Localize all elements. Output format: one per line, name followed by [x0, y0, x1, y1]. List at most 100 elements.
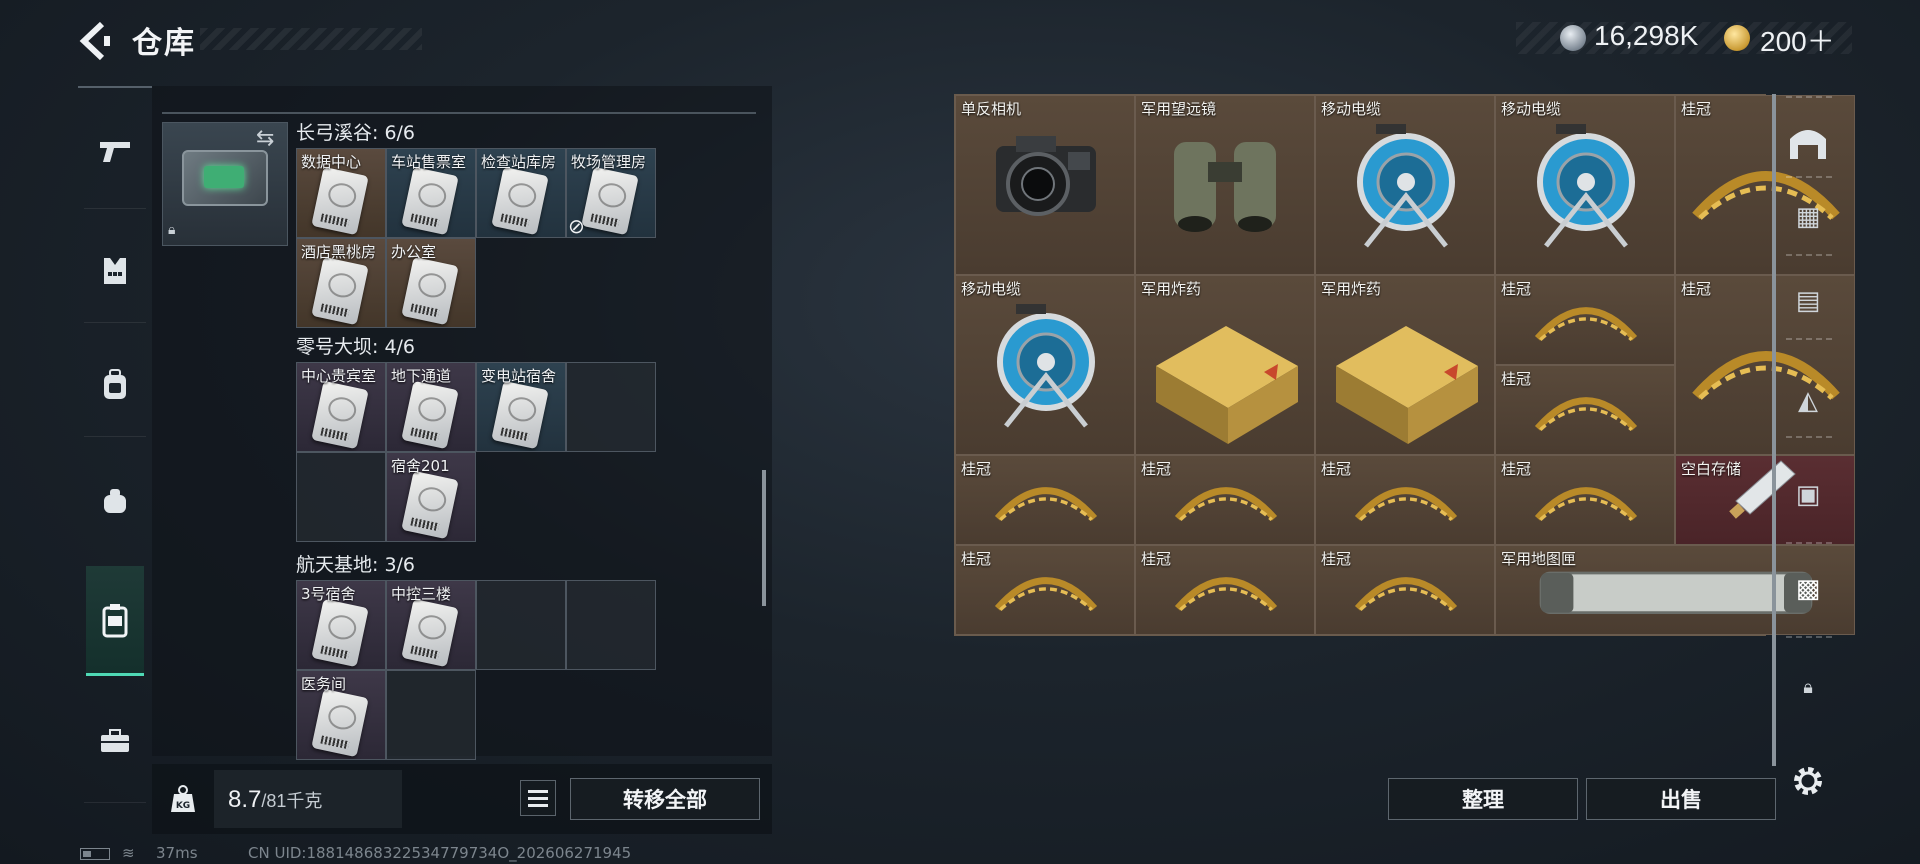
pouch-icon [104, 489, 126, 513]
stash-scrollbar[interactable] [1772, 94, 1776, 766]
weight-kg-icon: KG [168, 784, 198, 814]
stash-item[interactable]: 单反相机 [955, 95, 1135, 275]
keycard-slot[interactable]: 酒店黑桃房 [296, 238, 386, 328]
tab-backpack[interactable] [86, 354, 144, 416]
keycard-label: 牧场管理房 [571, 153, 647, 171]
keycard-icon [311, 256, 369, 326]
stash-item-label: 移动电缆 [1501, 100, 1562, 118]
keycard-slot[interactable]: 变电站宿舍 [476, 362, 566, 452]
stash-item[interactable]: 移动电缆 [1315, 95, 1495, 275]
stash-item[interactable]: 桂冠 [955, 455, 1135, 545]
back-button[interactable] [78, 20, 114, 62]
stash-item-label: 军用炸药 [1321, 280, 1382, 298]
chevron-left-icon [79, 21, 110, 61]
explosive-crate-icon [1156, 326, 1298, 444]
keycard-label: 3号宿舍 [301, 585, 356, 603]
stash-item[interactable]: 桂冠 [955, 545, 1135, 635]
stash-item[interactable]: 军用炸药 [1135, 275, 1315, 455]
keycard-label: 检查站库房 [481, 153, 557, 171]
keycard-icon [401, 166, 459, 236]
explosive-crate-icon [1336, 326, 1478, 444]
gear-icon [1794, 767, 1822, 795]
stash-icon [1790, 130, 1826, 159]
sell-button[interactable]: 出售 [1586, 778, 1776, 820]
tab-stash-iv-active[interactable]: ▩ [1780, 558, 1836, 620]
keycard-slot[interactable]: 办公室 [386, 238, 476, 328]
tab-stash-iv-3[interactable]: ◭ [1780, 370, 1836, 432]
stash-item[interactable]: 桂冠 [1495, 455, 1675, 545]
keycard-case-chip [204, 166, 244, 188]
toolbox-icon [101, 729, 129, 752]
keycard-icon [311, 598, 369, 668]
panel-top-divider [162, 90, 756, 114]
tab-weapons[interactable] [86, 120, 144, 182]
keycard-slot[interactable]: 宿舍201 [386, 452, 476, 542]
stash-item[interactable]: 桂冠 [1315, 545, 1495, 635]
tab-stash-iv-1[interactable]: ▦ [1780, 186, 1836, 248]
tab-stash-v[interactable]: ▣ [1780, 464, 1836, 526]
gun-icon [100, 142, 130, 162]
battery-icon [80, 848, 110, 860]
tab-armor[interactable] [86, 240, 144, 302]
keycard-slot[interactable]: 3号宿舍 [296, 580, 386, 670]
empty-key-slot [566, 580, 656, 670]
stash-item[interactable]: 桂冠 [1495, 365, 1675, 455]
stash-item-label: 军用地图匣 [1501, 550, 1577, 568]
keycard-slot[interactable]: 检查站库房 [476, 148, 566, 238]
keycard-label: 酒店黑桃房 [301, 243, 377, 261]
keycard-icon [311, 166, 369, 236]
stash-item-label: 桂冠 [1501, 280, 1532, 298]
rail-divider [1786, 254, 1832, 256]
gold-coin-icon [1724, 25, 1750, 51]
stash-item[interactable]: 移动电缆 [1495, 95, 1675, 275]
keycard-label: 宿舍201 [391, 457, 450, 475]
rail-divider [1786, 636, 1832, 638]
keycard-label: 医务间 [301, 675, 347, 693]
stash-item-label: 桂冠 [1501, 460, 1532, 478]
stash-item[interactable]: 军用炸药 [1315, 275, 1495, 455]
keycard-label: 数据中心 [301, 153, 362, 171]
list-view-button[interactable] [520, 780, 556, 816]
keycard-label: 办公室 [391, 243, 437, 261]
keycard-slot[interactable]: 车站售票室 [386, 148, 476, 238]
rail-divider [84, 322, 146, 323]
keycard-scrollbar[interactable] [762, 470, 766, 606]
swap-icon[interactable]: ⇆ [256, 126, 274, 151]
stash-item-label: 桂冠 [961, 460, 992, 478]
keycard-icon [581, 166, 639, 236]
settings-button[interactable] [1780, 750, 1836, 812]
stash-item[interactable]: 桂冠 [1135, 545, 1315, 635]
tab-toolbox[interactable] [86, 710, 144, 772]
keycard-slot[interactable]: 数据中心 [296, 148, 386, 238]
sort-button[interactable]: 整理 [1388, 778, 1578, 820]
keycard-slot[interactable]: 中心贵宾室 [296, 362, 386, 452]
transfer-all-button[interactable]: 转移全部 [570, 778, 760, 820]
gold-currency-amount[interactable]: 200＋ [1760, 20, 1835, 60]
stash-item[interactable]: 军用望远镜 [1135, 95, 1315, 275]
keycard-slot[interactable]: 中控三楼 [386, 580, 476, 670]
stash-item-label: 单反相机 [961, 100, 1022, 118]
title-decoration [200, 28, 422, 50]
keycard-slot[interactable]: 医务间 [296, 670, 386, 760]
tab-stash-locked[interactable]: 🔒︎ [1780, 656, 1836, 718]
stash-item[interactable]: 移动电缆 [955, 275, 1135, 455]
tab-stash-home[interactable] [1780, 112, 1836, 174]
tab-stash-iv-2[interactable]: ▤ [1780, 270, 1836, 332]
camera-icon [996, 136, 1096, 216]
ping-value: 37ms [156, 844, 198, 862]
stash-item-label: 桂冠 [1681, 280, 1712, 298]
keycard-slot[interactable]: 地下通道 [386, 362, 476, 452]
stash-item-label: 桂冠 [1681, 100, 1712, 118]
stash-page-icon: ▩ [1795, 574, 1821, 604]
keycard-label: 变电站宿舍 [481, 367, 557, 385]
tab-keycard-case[interactable] [86, 590, 144, 652]
weight-max: /81千克 [261, 791, 323, 811]
stash-item[interactable]: 桂冠 [1495, 275, 1675, 365]
stash-item[interactable]: 桂冠 [1135, 455, 1315, 545]
tab-pouch[interactable] [86, 470, 144, 532]
stash-page-icon: ▤ [1795, 286, 1821, 316]
rail-divider [1786, 176, 1832, 178]
stash-item[interactable]: 桂冠 [1315, 455, 1495, 545]
stash-item-label: 空白存储 [1681, 460, 1742, 478]
keycard-group-title: 零号大坝: 4/6 [296, 336, 416, 358]
